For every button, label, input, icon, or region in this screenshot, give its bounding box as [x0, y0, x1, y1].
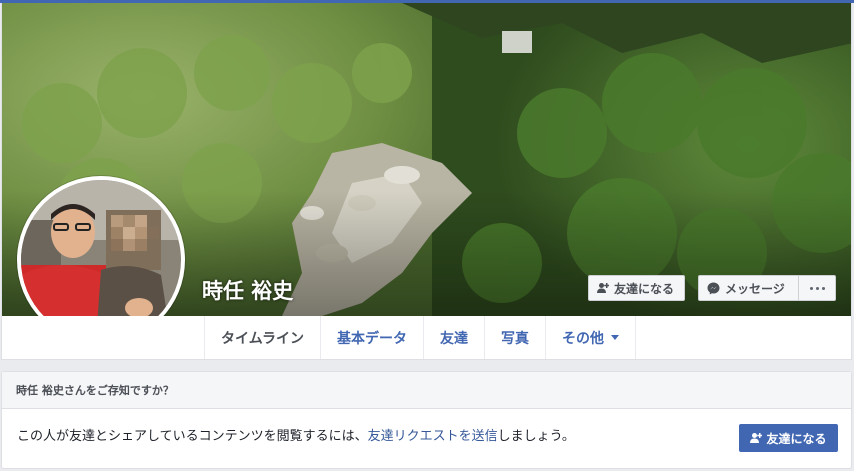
tab-about[interactable]: 基本データ	[320, 316, 423, 359]
tab-about-label: 基本データ	[337, 330, 408, 347]
know-card-heading: 時任 裕史さんをご存知ですか？	[2, 372, 851, 409]
more-dots-icon	[809, 286, 825, 290]
tab-timeline-label: タイムライン	[221, 330, 305, 347]
tab-timeline[interactable]: タイムライン	[204, 316, 320, 359]
person-plus-icon	[597, 282, 609, 294]
know-person-card: 時任 裕史さんをご存知ですか？ この人が友達とシェアしているコンテンツを閲覧する…	[1, 371, 852, 469]
profile-name[interactable]: 時任 裕史	[202, 275, 293, 305]
messenger-icon	[707, 282, 720, 295]
tab-photos-label: 写真	[501, 330, 530, 347]
message-label: メッセージ	[725, 281, 785, 296]
tab-more-label: その他	[562, 330, 605, 347]
profile-tabs: タイムライン 基本データ 友達 写真 その他	[204, 316, 637, 359]
tab-more[interactable]: その他	[545, 316, 637, 359]
know-card-text-end: しましょう。	[497, 429, 575, 444]
tab-friends-label: 友達	[440, 330, 469, 347]
add-friend-primary-label: 友達になる	[766, 431, 827, 446]
add-friend-label: 友達になる	[614, 281, 675, 296]
caret-down-icon	[611, 335, 620, 340]
tab-photos[interactable]: 写真	[484, 316, 545, 359]
profile-page: 時任 裕史 友達になる メッセージ タイムライン 基本データ 友達 写真 その他…	[0, 0, 854, 471]
send-friend-request-link[interactable]: 友達リクエストを送信	[368, 429, 498, 444]
more-options-button[interactable]	[799, 275, 836, 301]
profile-nav: タイムライン 基本データ 友達 写真 その他	[1, 316, 852, 360]
person-plus-icon	[750, 432, 763, 444]
know-card-text: この人が友達とシェアしているコンテンツを閲覧するには、	[17, 429, 368, 444]
add-friend-primary-button[interactable]: 友達になる	[739, 424, 838, 452]
message-button[interactable]: メッセージ	[698, 275, 799, 301]
add-friend-button[interactable]: 友達になる	[588, 275, 685, 301]
know-card-body: この人が友達とシェアしているコンテンツを閲覧するには、友達リクエストを送信しまし…	[17, 425, 575, 444]
tab-friends[interactable]: 友達	[423, 316, 484, 359]
